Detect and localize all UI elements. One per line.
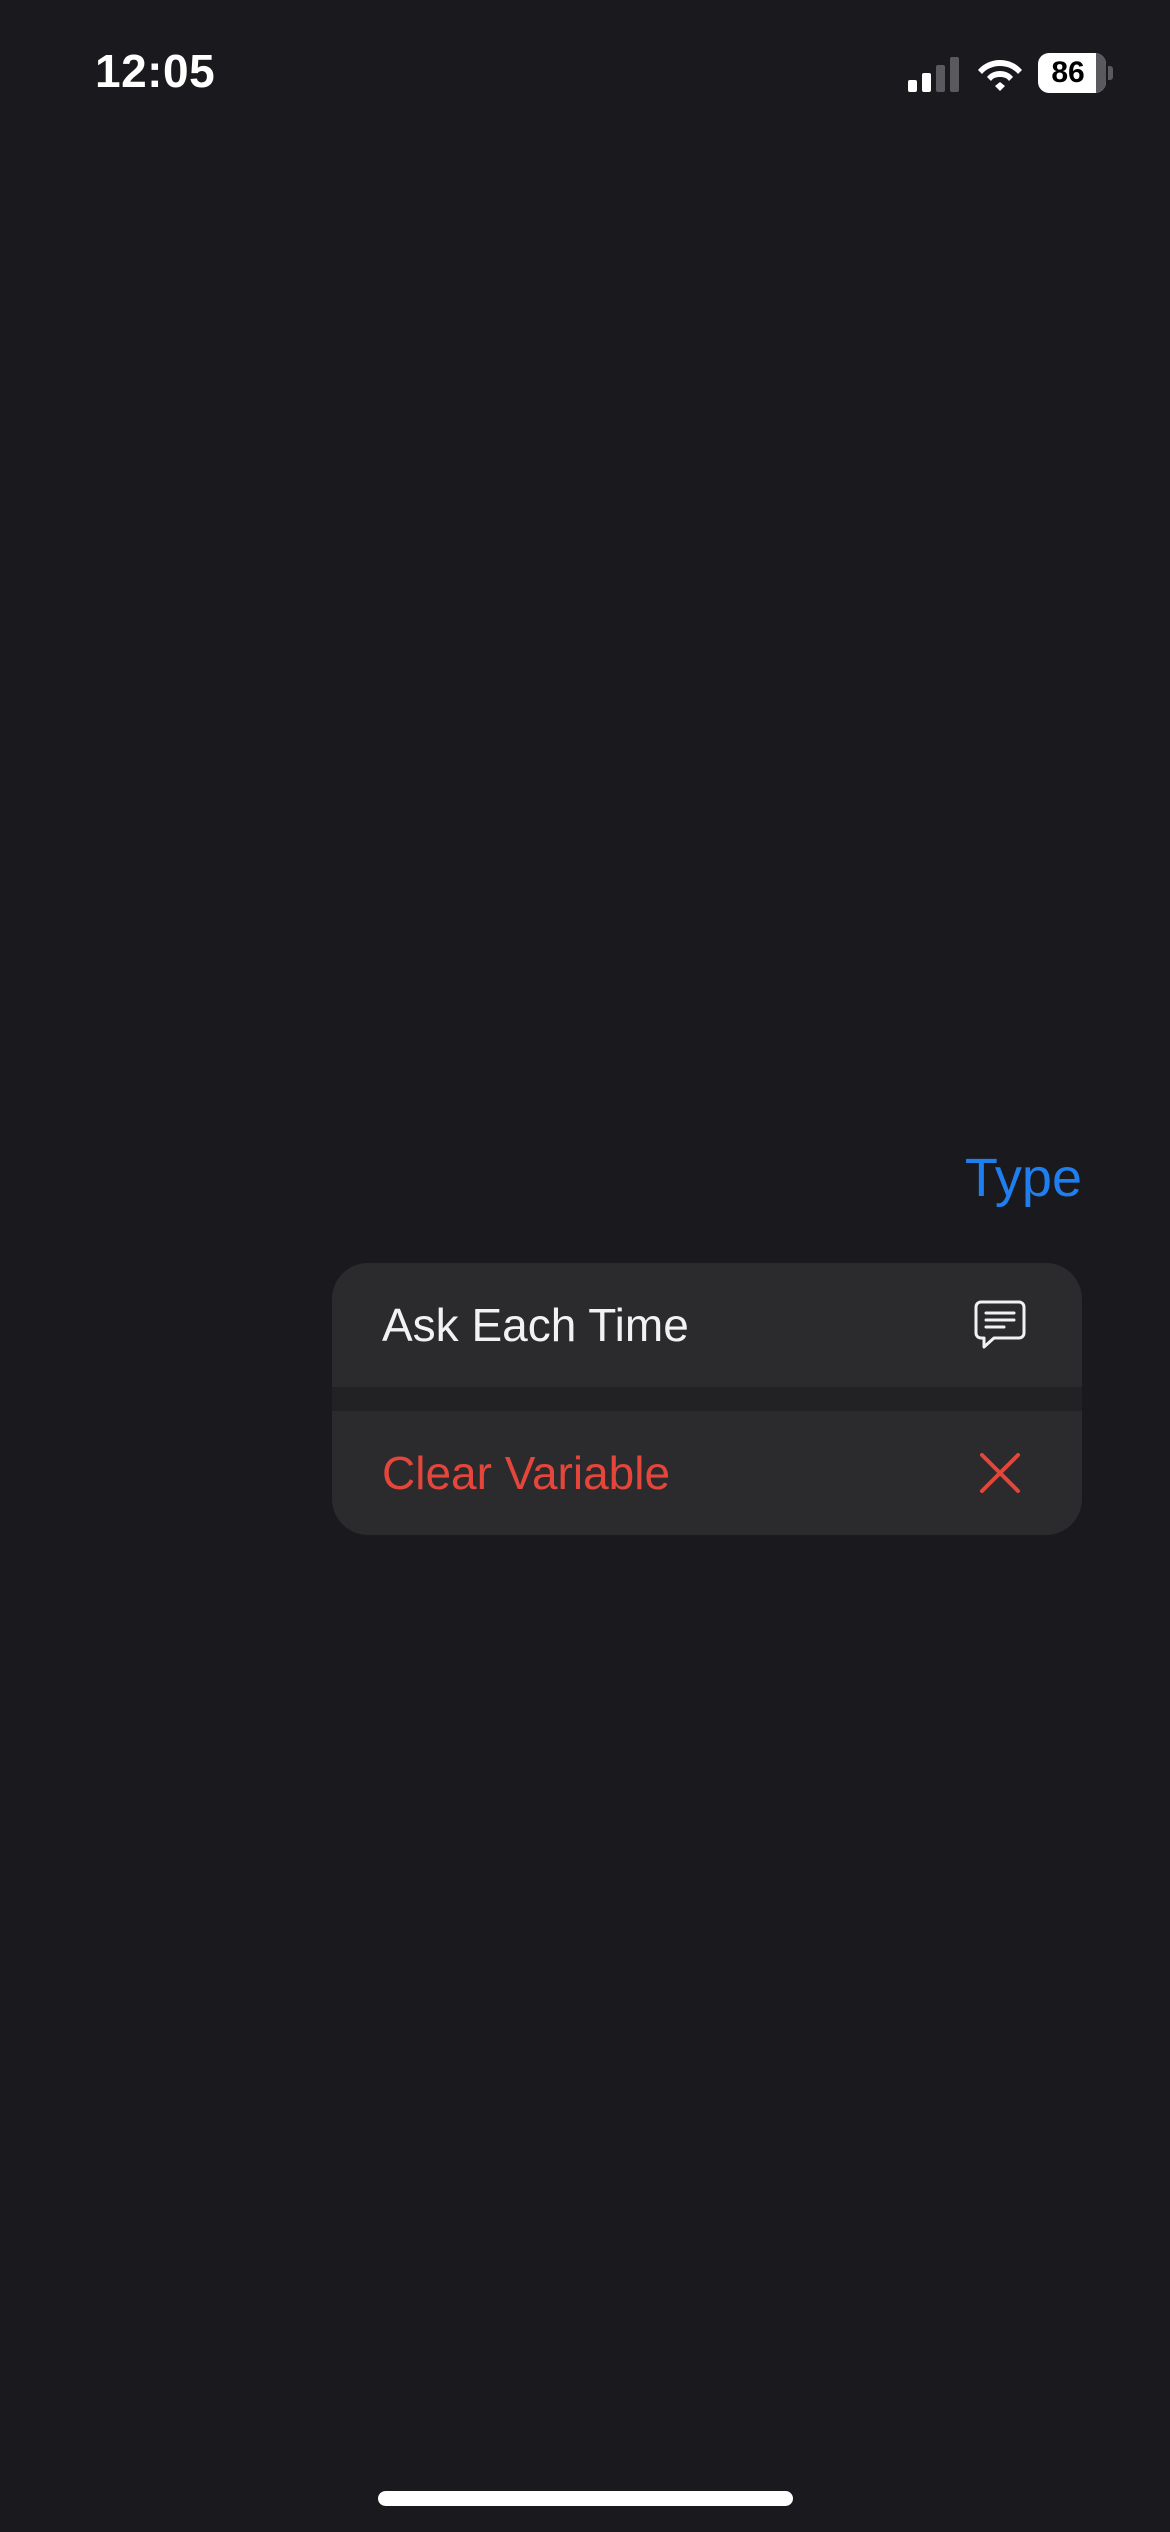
menu-item-label: Ask Each Time xyxy=(382,1299,689,1351)
x-mark-icon xyxy=(980,1453,1020,1493)
menu-item-ask-each-time[interactable]: Ask Each Time xyxy=(332,1263,1082,1387)
menu-item-label: Clear Variable xyxy=(382,1447,671,1499)
screen: 12:05 86 Type Ask Each Time Clear Variab… xyxy=(0,0,1170,2532)
battery-level: 86 xyxy=(1051,56,1085,89)
menu-separator xyxy=(332,1387,1082,1411)
status-time: 12:05 xyxy=(95,45,216,97)
speech-bubble-icon xyxy=(974,1300,1026,1349)
type-button[interactable]: Type xyxy=(965,1144,1082,1212)
battery-body: 86 xyxy=(1038,53,1106,93)
menu-item-clear-variable[interactable]: Clear Variable xyxy=(332,1411,1082,1535)
home-indicator[interactable] xyxy=(378,2491,793,2506)
wifi-icon xyxy=(978,60,1022,91)
context-menu: Ask Each Time Clear Variable xyxy=(332,1263,1082,1535)
battery-icon: 86 xyxy=(1038,53,1114,93)
battery-nub xyxy=(1108,66,1113,80)
cellular-signal-icon xyxy=(908,57,959,92)
